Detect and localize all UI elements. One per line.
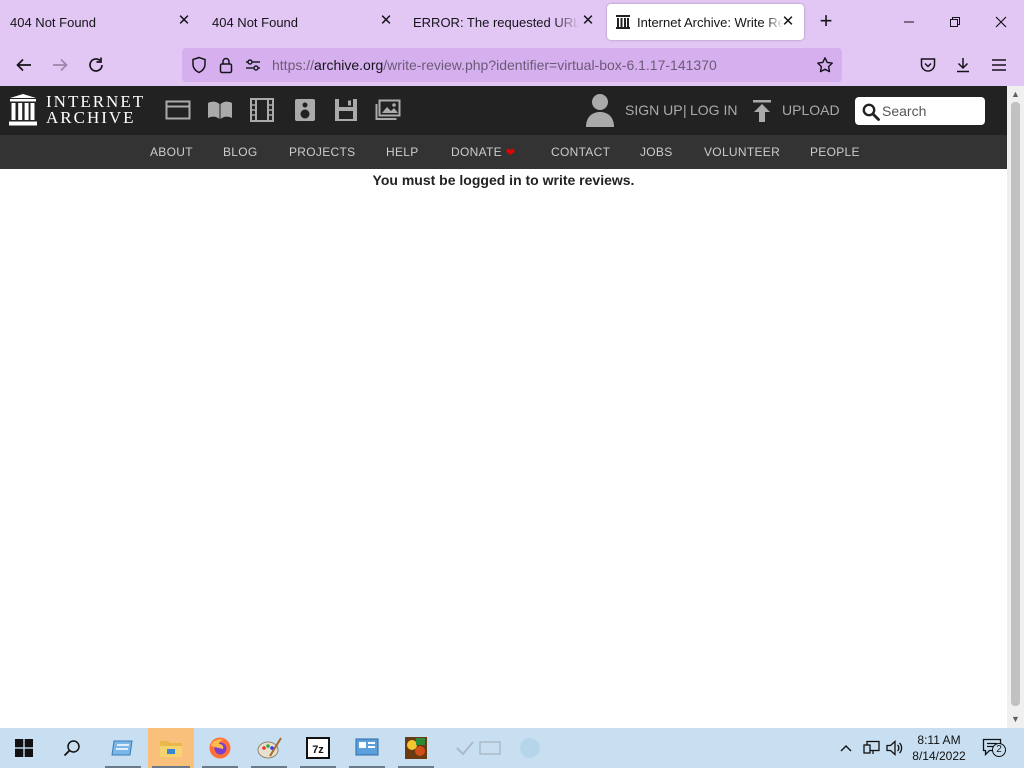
paint-icon[interactable] [247,728,291,768]
minimize-icon[interactable] [886,0,932,44]
tab-title: Internet Archive: Write Revi [637,14,783,30]
scroll-down-icon[interactable]: ▼ [1007,712,1024,726]
login-required-message: You must be logged in to write reviews. [372,172,635,188]
new-tab-button[interactable]: + [814,10,838,34]
search-icon[interactable] [50,728,94,768]
nav-blog[interactable]: BLOG [223,145,258,159]
url-bar[interactable]: https://archive.org/write-review.php?ide… [182,48,842,82]
close-tab-icon[interactable]: ✕ [780,14,796,30]
archive-building-icon [9,94,37,126]
nav-donate-label: DONATE [451,145,502,159]
tab-title: 404 Not Found [212,14,299,30]
permissions-icon[interactable] [244,56,262,74]
back-icon[interactable] [9,50,39,80]
tracking-protection-icon[interactable] [190,56,208,74]
clock[interactable]: 8:11 AM 8/14/2022 [904,732,974,764]
close-tab-icon[interactable]: ✕ [378,13,394,29]
tab-1[interactable]: 404 Not Found ✕ [0,0,200,44]
hidden-app-icon[interactable] [508,728,552,768]
nav-projects[interactable]: PROJECTS [289,145,355,159]
software-icon[interactable] [333,98,359,122]
images-icon[interactable] [375,98,401,122]
ia-search-box [855,97,985,125]
url-path: /write-review.php?identifier=virtual-box… [383,57,717,73]
bookmark-star-icon[interactable] [816,56,834,74]
ia-logo-text: INTERNET ARCHIVE [46,93,145,127]
nav-volunteer[interactable]: VOLUNTEER [704,145,780,159]
page-scrollbar[interactable]: ▲ ▼ [1007,86,1024,728]
reload-icon[interactable] [81,50,111,80]
upload-icon[interactable] [752,99,772,123]
ia-logo[interactable]: INTERNET ARCHIVE [9,93,145,127]
nav-about[interactable]: ABOUT [150,145,193,159]
svg-text:7z: 7z [312,744,324,756]
notification-center-icon[interactable]: 2 [980,738,1006,757]
url-scheme: https:// [272,57,315,73]
navigation-bar: https://archive.org/write-review.php?ide… [0,44,1024,86]
menu-icon[interactable] [984,50,1014,80]
control-panel-icon[interactable] [101,728,145,768]
network-icon[interactable] [862,739,882,757]
signup-link[interactable]: SIGN UP [625,102,683,118]
ia-topnav: INTERNET ARCHIVE SIGN UP | LOG IN UPLOAD… [0,86,1007,135]
forward-icon[interactable] [45,50,75,80]
tab-title: 404 Not Found [10,14,97,30]
video-icon[interactable] [249,98,275,122]
login-link[interactable]: LOG IN [690,102,737,118]
7zip-icon[interactable]: 7z [296,728,340,768]
logo-line-2: ARCHIVE [46,108,136,127]
tab-2[interactable]: 404 Not Found ✕ [202,0,402,44]
nav-donate[interactable]: DONATE ❤ [451,145,515,159]
search-icon[interactable] [862,103,880,121]
audio-icon[interactable] [292,98,318,122]
close-tab-icon[interactable]: ✕ [176,13,192,29]
nav-help[interactable]: HELP [386,145,419,159]
close-window-icon[interactable] [978,0,1024,44]
downloads-icon[interactable] [948,50,978,80]
texts-icon[interactable] [207,98,233,122]
system-info-icon[interactable] [345,728,389,768]
user-avatar-icon[interactable] [586,93,614,127]
nav-jobs[interactable]: JOBS [640,145,673,159]
lock-icon[interactable] [217,56,235,74]
archive-favicon-icon [615,14,631,30]
url-domain: archive.org [314,57,384,73]
ia-subnav: ABOUT BLOG PROJECTS HELP DONATE ❤ CONTACT… [0,135,1007,169]
tab-title: ERROR: The requested URL could [413,14,579,30]
chevron-up-icon[interactable] [838,739,854,757]
nav-people[interactable]: PEOPLE [810,145,860,159]
start-icon[interactable] [2,728,46,768]
tab-strip: 404 Not Found ✕ 404 Not Found ✕ ERROR: T… [0,0,1024,44]
windows-taskbar: 7z 8:11 AM 8/14/2022 2 [0,728,1024,768]
clock-date: 8/14/2022 [912,749,966,763]
game-icon[interactable] [394,728,438,768]
tab-3[interactable]: ERROR: The requested URL could ✕ [404,0,604,44]
scroll-up-icon[interactable]: ▲ [1007,87,1024,101]
hidden-app-icon[interactable] [468,728,512,768]
page-viewport: INTERNET ARCHIVE SIGN UP | LOG IN UPLOAD… [0,86,1007,728]
web-icon[interactable] [165,98,191,122]
volume-icon[interactable] [885,739,905,757]
clock-time: 8:11 AM [917,733,961,747]
scroll-thumb[interactable] [1011,102,1020,706]
url-text[interactable]: https://archive.org/write-review.php?ide… [272,57,717,73]
upload-link[interactable]: UPLOAD [782,102,840,118]
nav-contact[interactable]: CONTACT [551,145,610,159]
firefox-icon[interactable] [198,728,242,768]
restore-icon[interactable] [932,0,978,44]
search-input[interactable] [882,97,982,125]
heart-icon: ❤ [505,147,516,159]
pocket-icon[interactable] [913,50,943,80]
close-tab-icon[interactable]: ✕ [580,13,596,29]
tab-4-active[interactable]: Internet Archive: Write Revi ✕ [607,4,804,40]
notification-count-badge: 2 [992,743,1006,757]
auth-separator: | [683,102,687,118]
file-explorer-icon[interactable] [148,728,194,768]
